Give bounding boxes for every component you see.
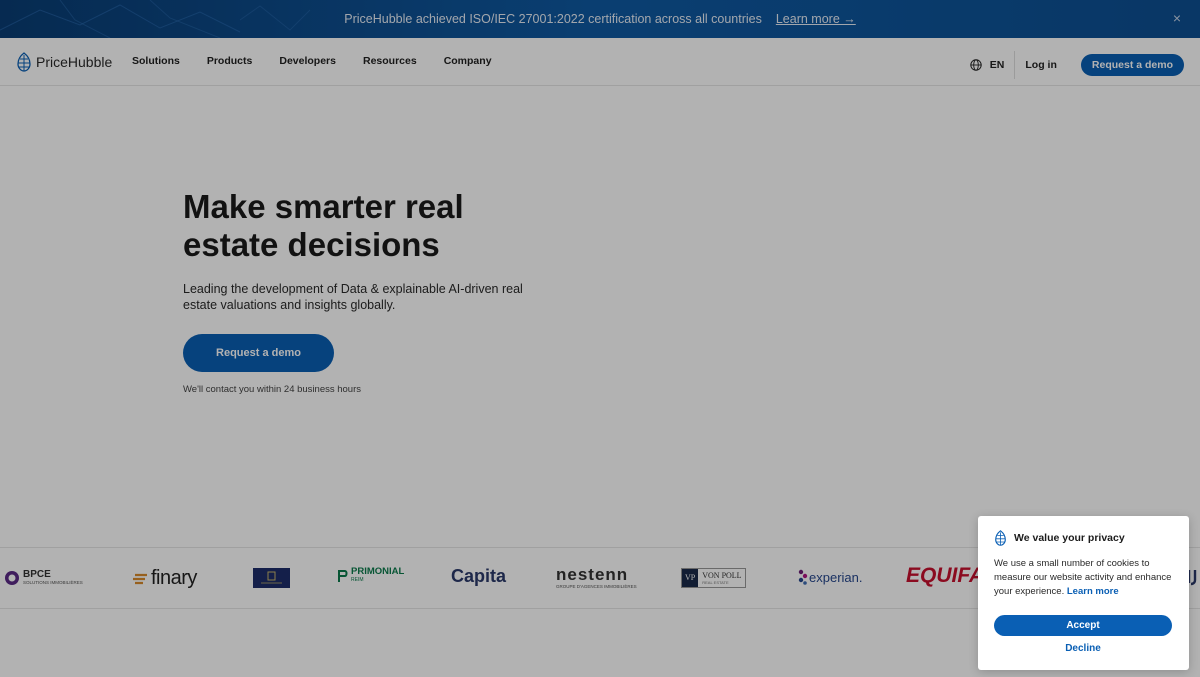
cookie-header: We value your privacy bbox=[994, 530, 1125, 546]
cookie-decline-button[interactable]: Decline bbox=[994, 643, 1172, 654]
cookie-title: We value your privacy bbox=[1014, 532, 1125, 544]
cookie-body-text: We use a small number of cookies to meas… bbox=[994, 557, 1179, 599]
pricehubble-logo-icon bbox=[995, 530, 1006, 546]
cookie-accept-button[interactable]: Accept bbox=[994, 615, 1172, 636]
cookie-consent-dialog: We value your privacy We use a small num… bbox=[978, 516, 1189, 670]
cookie-learn-more-link[interactable]: Learn more bbox=[1067, 586, 1119, 597]
